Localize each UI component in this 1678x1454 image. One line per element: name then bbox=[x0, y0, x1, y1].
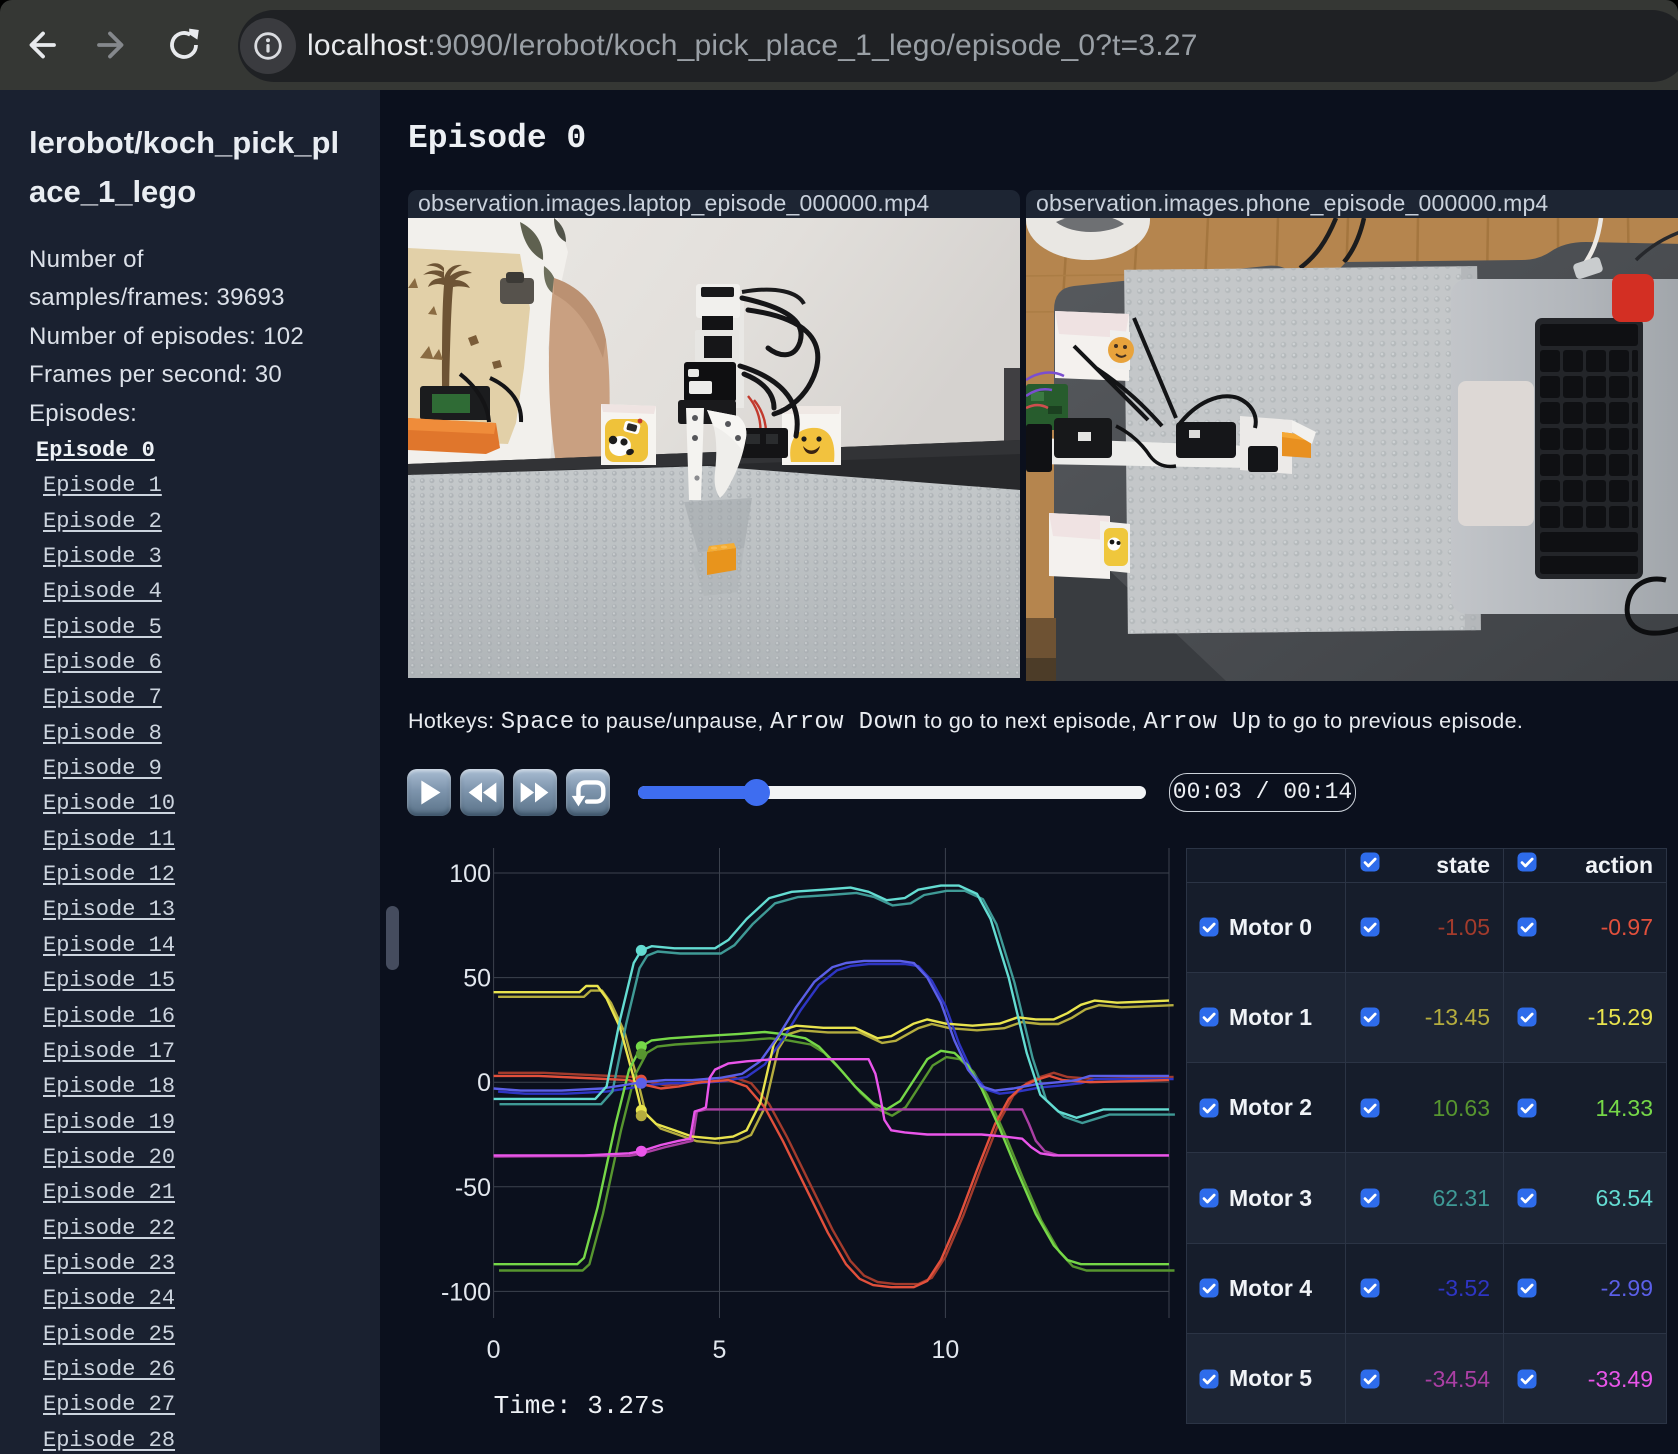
svg-text:100: 100 bbox=[449, 860, 491, 888]
svg-text:50: 50 bbox=[463, 965, 491, 993]
svg-text:0: 0 bbox=[487, 1336, 501, 1364]
svg-text:Time: 3.27s: Time: 3.27s bbox=[494, 1391, 666, 1421]
svg-text:10: 10 bbox=[931, 1336, 959, 1364]
svg-text:0: 0 bbox=[477, 1069, 491, 1097]
svg-text:5: 5 bbox=[713, 1336, 727, 1364]
svg-text:-100: -100 bbox=[441, 1278, 491, 1306]
svg-text:-50: -50 bbox=[455, 1174, 491, 1202]
